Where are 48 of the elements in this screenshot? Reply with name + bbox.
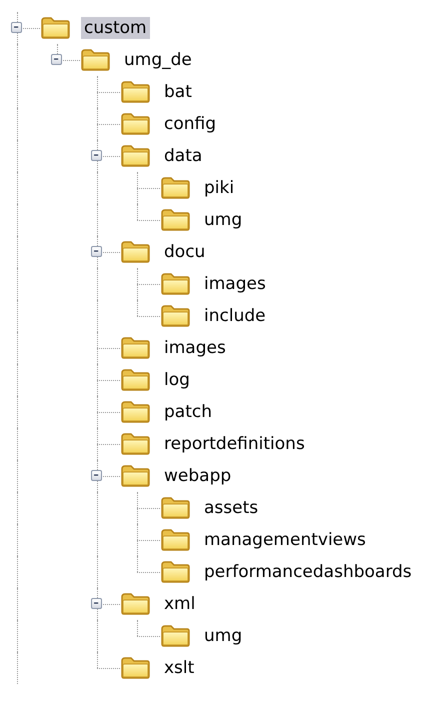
folder-icon bbox=[160, 528, 191, 552]
folder-icon bbox=[120, 336, 151, 360]
folder-name[interactable]: umg bbox=[201, 625, 246, 647]
folder-icon bbox=[120, 80, 151, 104]
folder-name[interactable]: umg bbox=[201, 209, 246, 231]
folder-name[interactable]: images bbox=[201, 273, 269, 295]
folder-name[interactable]: xslt bbox=[161, 657, 198, 679]
folder-icon bbox=[120, 144, 151, 168]
folder-icon bbox=[120, 368, 151, 392]
folder-name[interactable]: custom bbox=[81, 17, 150, 39]
collapse-icon[interactable] bbox=[91, 246, 102, 257]
collapse-icon[interactable] bbox=[91, 150, 102, 161]
folder-icon bbox=[80, 48, 111, 72]
folder-name[interactable]: reportdefinitions bbox=[161, 433, 308, 455]
folder-name[interactable]: managementviews bbox=[201, 529, 369, 551]
folder-icon bbox=[40, 16, 71, 40]
folder-name[interactable]: images bbox=[161, 337, 229, 359]
folder-icon bbox=[120, 112, 151, 136]
folder-icon bbox=[160, 304, 191, 328]
collapse-icon[interactable] bbox=[91, 598, 102, 609]
folder-name[interactable]: docu bbox=[161, 241, 208, 263]
folder-name[interactable]: patch bbox=[161, 401, 215, 423]
folder-icon bbox=[120, 432, 151, 456]
folder-name[interactable]: data bbox=[161, 145, 206, 167]
folder-name[interactable]: webapp bbox=[161, 465, 234, 487]
collapse-icon[interactable] bbox=[11, 22, 22, 33]
folder-name[interactable]: performancedashboards bbox=[201, 561, 415, 583]
folder-icon bbox=[160, 560, 191, 584]
folder-name[interactable]: log bbox=[161, 369, 193, 391]
folder-name[interactable]: assets bbox=[201, 497, 262, 519]
folder-icon bbox=[160, 272, 191, 296]
folder-name[interactable]: config bbox=[161, 113, 220, 135]
folder-icon bbox=[160, 208, 191, 232]
folder-icon bbox=[160, 624, 191, 648]
folder-icon bbox=[120, 240, 151, 264]
folder-icon bbox=[160, 176, 191, 200]
folder-icon bbox=[120, 400, 151, 424]
folder-icon bbox=[160, 496, 191, 520]
collapse-icon[interactable] bbox=[51, 54, 62, 65]
collapse-icon[interactable] bbox=[91, 470, 102, 481]
folder-name[interactable]: piki bbox=[201, 177, 238, 199]
folder-name[interactable]: umg_de bbox=[121, 49, 195, 71]
folder-icon bbox=[120, 592, 151, 616]
folder-name[interactable]: bat bbox=[161, 81, 195, 103]
folder-name[interactable]: xml bbox=[161, 593, 198, 615]
folder-icon bbox=[120, 464, 151, 488]
folder-icon bbox=[120, 656, 151, 680]
folder-name[interactable]: include bbox=[201, 305, 269, 327]
